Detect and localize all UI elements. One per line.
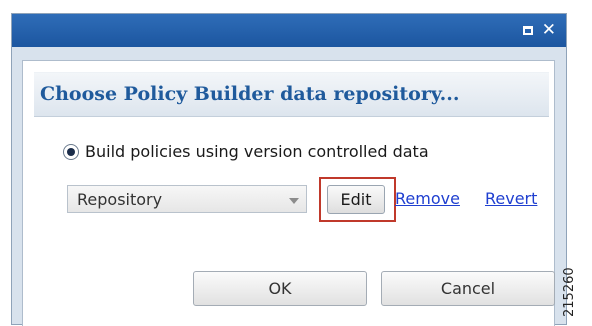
- edit-button[interactable]: Edit: [327, 185, 385, 214]
- window-controls: ✕: [522, 20, 556, 40]
- version-control-radio-label[interactable]: Build policies using version controlled …: [85, 142, 429, 161]
- dialog-heading: Choose Policy Builder data repository...: [40, 83, 460, 105]
- repository-select-value: Repository: [77, 190, 163, 209]
- revert-link[interactable]: Revert: [485, 189, 537, 208]
- dialog-content: Choose Policy Builder data repository...…: [22, 60, 555, 326]
- repository-select[interactable]: Repository: [67, 185, 307, 213]
- dialog-window: ✕ Choose Policy Builder data repository.…: [11, 13, 567, 326]
- dialog-titlebar: ✕: [12, 14, 566, 47]
- screenshot-frame: ✕ Choose Policy Builder data repository.…: [0, 0, 592, 326]
- chevron-down-icon[interactable]: [289, 198, 299, 204]
- version-control-radio[interactable]: [63, 143, 79, 160]
- maximize-icon[interactable]: [522, 25, 533, 35]
- dialog-heading-bar: Choose Policy Builder data repository...: [34, 72, 549, 117]
- figure-id-label: 215260: [562, 267, 577, 317]
- version-control-option[interactable]: Build policies using version controlled …: [63, 142, 429, 161]
- cancel-button[interactable]: Cancel: [381, 271, 555, 306]
- ok-button[interactable]: OK: [193, 271, 367, 306]
- close-icon[interactable]: ✕: [542, 20, 556, 40]
- remove-link[interactable]: Remove: [395, 189, 460, 208]
